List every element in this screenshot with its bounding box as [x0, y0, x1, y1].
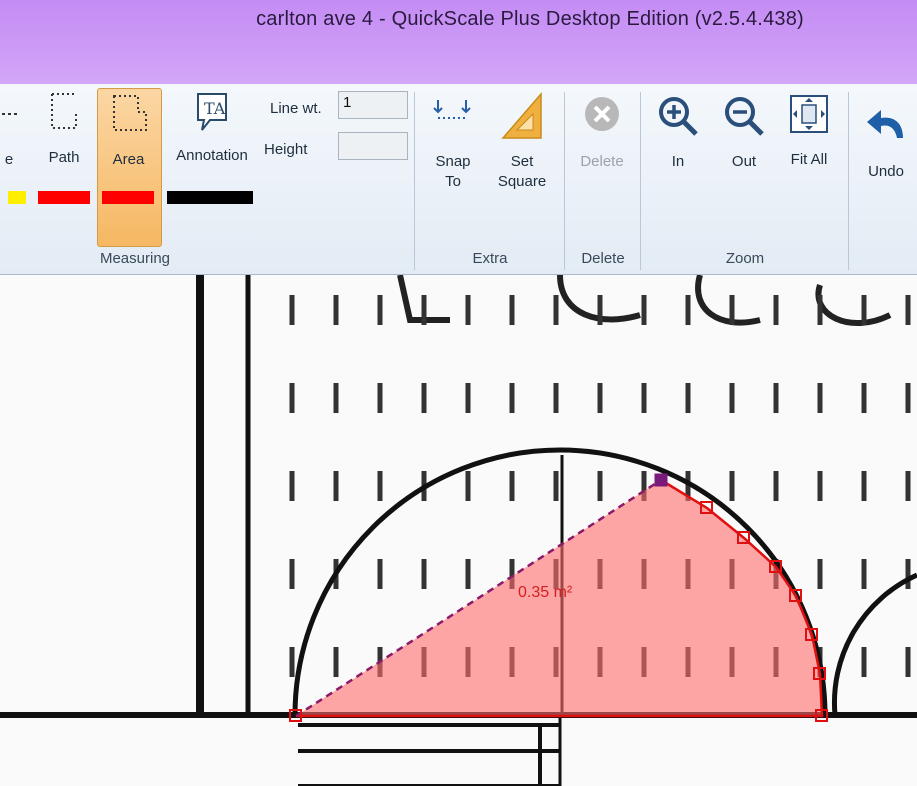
undo-label: Undo [868, 163, 904, 180]
path-button[interactable]: Path [38, 90, 90, 200]
swatch-red-area[interactable] [102, 191, 154, 204]
set-square-label-1: Set [510, 153, 534, 170]
line-wt-label: Line wt. [270, 100, 322, 117]
delete-group-label: Delete [581, 250, 625, 267]
annotation-button[interactable]: TA Annotation [166, 90, 258, 200]
zoom-in-label: In [671, 153, 685, 170]
delete-label: Delete [580, 153, 624, 170]
delete-icon [585, 97, 619, 131]
area-label: Area [112, 151, 145, 168]
height-input[interactable] [338, 132, 408, 160]
zoom-in-icon [659, 97, 698, 136]
separator [414, 92, 415, 270]
fit-all-button[interactable]: Fit All [782, 92, 836, 202]
separator [564, 92, 565, 270]
delete-button[interactable]: Delete [572, 94, 632, 204]
set-square-button[interactable]: Set Square [490, 90, 554, 200]
fit-all-icon [790, 95, 828, 133]
height-label: Height [264, 141, 308, 158]
snap-to-icon [433, 100, 471, 119]
area-icon [113, 95, 147, 131]
zoom-out-icon [725, 97, 764, 136]
extra-group-label: Extra [472, 250, 508, 267]
snap-to-label-1: Snap [435, 153, 471, 170]
separator [640, 92, 641, 270]
area-measurement-label: 0.35 m² [518, 584, 573, 601]
snap-to-label-2: To [445, 173, 461, 190]
swatch-red-path[interactable] [38, 191, 90, 204]
zoom-group-label: Zoom [725, 250, 765, 267]
drawing-canvas[interactable] [0, 275, 917, 786]
annotation-label: Annotation [176, 147, 248, 164]
path-icon [51, 93, 77, 129]
zoom-out-label: Out [731, 153, 757, 170]
title-bar: carlton ave 4 - QuickScale Plus Desktop … [0, 0, 917, 84]
path-label: Path [48, 149, 80, 166]
line-icon [2, 113, 18, 115]
line-wt-input[interactable]: 1 [338, 91, 408, 119]
undo-button[interactable]: Undo [858, 104, 914, 204]
undo-icon [867, 110, 903, 138]
separator [848, 92, 849, 270]
swatch-yellow[interactable] [8, 191, 26, 204]
measuring-group-label: Measuring [99, 250, 171, 267]
fit-all-label: Fit All [790, 151, 828, 168]
zoom-out-button[interactable]: Out [718, 94, 770, 204]
partial-tool-label: e [4, 151, 14, 168]
annotation-icon: TA [197, 93, 227, 131]
area-label-wrap: Area [97, 150, 160, 170]
swatch-black-annotation[interactable] [167, 191, 253, 204]
window-title: carlton ave 4 - QuickScale Plus Desktop … [256, 8, 804, 30]
svg-text:TA: TA [204, 99, 226, 118]
set-square-icon [501, 91, 542, 139]
set-square-label-2: Square [497, 173, 547, 190]
active-vertex-handle[interactable] [654, 473, 668, 487]
partial-tool-button[interactable]: e [2, 150, 16, 170]
floor-plan-drawing [0, 275, 917, 786]
snap-to-button[interactable]: Snap To [424, 92, 482, 202]
zoom-in-button[interactable]: In [654, 94, 702, 204]
